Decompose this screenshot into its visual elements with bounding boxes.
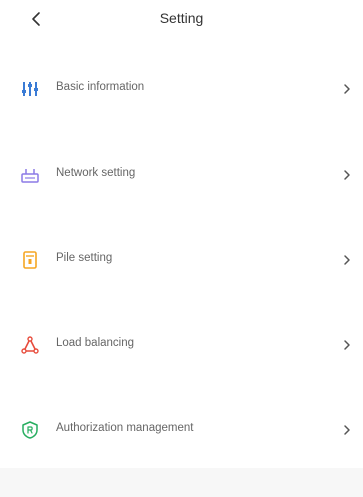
menu-item-load-balancing[interactable]: Load balancing [0, 325, 363, 365]
chevron-right-icon [344, 84, 350, 94]
chevron-right-icon [344, 340, 350, 350]
menu-item-pile-setting[interactable]: Pile setting [0, 240, 363, 280]
chevron-right-icon [344, 170, 350, 180]
shield-icon [22, 421, 38, 439]
menu-item-label: Network setting [56, 167, 136, 179]
sliders-icon [22, 82, 38, 96]
router-icon [21, 169, 39, 183]
menu-item-authorization-management[interactable]: Authorization management [0, 410, 363, 450]
menu-item-network-setting[interactable]: Network setting [0, 155, 363, 195]
bottom-band [0, 468, 363, 497]
page-title: Setting [159, 10, 204, 26]
menu-item-label: Pile setting [56, 252, 113, 264]
menu-item-label: Authorization management [56, 422, 194, 434]
header-bar: Setting [0, 0, 363, 40]
chevron-right-icon [344, 255, 350, 265]
charging-pile-icon [23, 251, 37, 269]
network-triangle-icon [21, 336, 39, 354]
chevron-right-icon [344, 425, 350, 435]
menu-item-label: Load balancing [56, 337, 135, 349]
menu-item-basic-information[interactable]: Basic information [0, 69, 363, 109]
menu-item-label: Basic information [56, 81, 145, 93]
